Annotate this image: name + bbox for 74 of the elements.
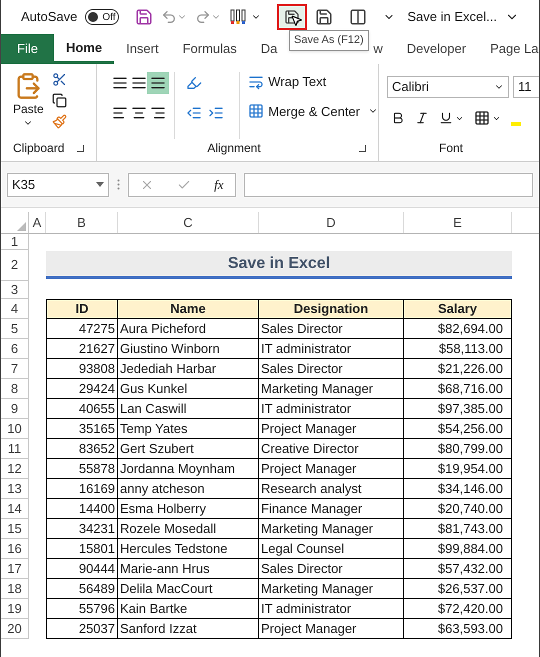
group-label: Clipboard	[13, 140, 64, 157]
table-cell: IT administrator	[259, 599, 404, 619]
table-cell: Lan Caswill	[118, 399, 259, 419]
table-cell: 35165	[46, 419, 118, 439]
table-cell: Esma Holberry	[118, 499, 259, 519]
table-cell: Aura Picheford	[118, 319, 259, 339]
table-cell: Kain Bartke	[118, 599, 259, 619]
table-cell: Temp Yates	[118, 419, 259, 439]
tooltip: Save As (F12)	[289, 30, 369, 50]
table-cell: Sales Director	[259, 559, 404, 579]
table-cell: 14400	[46, 499, 118, 519]
table-cell: Project Manager	[259, 619, 404, 639]
table-cell: $99,884.00	[404, 539, 512, 559]
table-cell: $68,716.00	[404, 379, 512, 399]
table-cell: $97,385.00	[404, 399, 512, 419]
table-cell: Marketing Manager	[259, 519, 404, 539]
table-cell: IT administrator	[259, 339, 404, 359]
table-cell: 25037	[46, 619, 118, 639]
table-cell: $82,694.00	[404, 319, 512, 339]
table-cell: $58,113.00	[404, 339, 512, 359]
table-header: Name	[118, 299, 259, 319]
table-cell: Delila MacCourt	[118, 579, 259, 599]
table-cell: Sales Director	[259, 319, 404, 339]
table-cell: Marketing Manager	[259, 379, 404, 399]
table-cell: 90444	[46, 559, 118, 579]
autosave-label: AutoSave	[21, 8, 78, 26]
table-cell: Finance Manager	[259, 499, 404, 519]
table-cell: Jordanna Moynham	[118, 459, 259, 479]
table-cell: $72,420.00	[404, 599, 512, 619]
table-cell: Marie-ann Hrus	[118, 559, 259, 579]
table-cell: 83652	[46, 439, 118, 459]
table-cell: $54,256.00	[404, 419, 512, 439]
table-header: Salary	[404, 299, 512, 319]
table-header: ID	[46, 299, 118, 319]
table-cell: Rozele Mosedall	[118, 519, 259, 539]
table-cell: 15801	[46, 539, 118, 559]
table-cell: $63,593.00	[404, 619, 512, 639]
table-cell: 93808	[46, 359, 118, 379]
table-cell: Marketing Manager	[259, 579, 404, 599]
table-cell: $81,743.00	[404, 519, 512, 539]
group-label: Font	[438, 141, 463, 155]
group-label: Alignment	[207, 140, 261, 157]
table-cell: Gus Kunkel	[118, 379, 259, 399]
table-cell: $57,432.00	[404, 559, 512, 579]
table-cell: Project Manager	[259, 459, 404, 479]
table-cell: $20,740.00	[404, 499, 512, 519]
table-cell: $26,537.00	[404, 579, 512, 599]
table-header: Designation	[259, 299, 404, 319]
table-cell: IT administrator	[259, 399, 404, 419]
table-cell: Sanford Izzat	[118, 619, 259, 639]
table-cell: 55796	[46, 599, 118, 619]
table-cell: anny atcheson	[118, 479, 259, 499]
table-cell: Gert Szubert	[118, 439, 259, 459]
table-cell: 34231	[46, 519, 118, 539]
table-cell: Legal Counsel	[259, 539, 404, 559]
sheet-title: Save in Excel	[46, 251, 512, 279]
table-cell: $21,226.00	[404, 359, 512, 379]
table-cell: $34,146.00	[404, 479, 512, 499]
table-cell: 56489	[46, 579, 118, 599]
table-cell: 21627	[46, 339, 118, 359]
table-cell: $19,954.00	[404, 459, 512, 479]
table-cell: Jedediah Harbar	[118, 359, 259, 379]
table-cell: 47275	[46, 319, 118, 339]
table-cell: Giustino Winborn	[118, 339, 259, 359]
table-cell: Research analyst	[259, 479, 404, 499]
table-cell: 55878	[46, 459, 118, 479]
table-cell: 40655	[46, 399, 118, 419]
table-cell: Hercules Tedstone	[118, 539, 259, 559]
table-cell: Creative Director	[259, 439, 404, 459]
table-cell: 16169	[46, 479, 118, 499]
table-cell: Project Manager	[259, 419, 404, 439]
table-cell: $80,799.00	[404, 439, 512, 459]
table-cell: 29424	[46, 379, 118, 399]
table-cell: Sales Director	[259, 359, 404, 379]
